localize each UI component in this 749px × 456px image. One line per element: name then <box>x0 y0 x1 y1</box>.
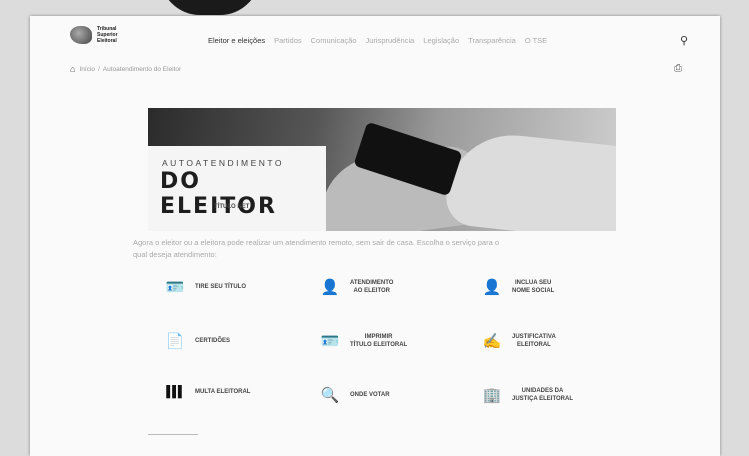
home-icon[interactable]: ⌂ <box>70 64 75 74</box>
hero-banner: AUTOATENDIMENTO DO ELEITOR TÍTULO NET <box>148 108 616 231</box>
intro-text: Agora o eleitor ou a eleitora pode reali… <box>133 238 500 259</box>
service-label: CERTIDÕES <box>195 338 231 344</box>
nav-menu: Eleitor e eleições Partidos Comunicação … <box>208 36 556 45</box>
service-label: UNIDADES DA JUSTIÇA ELEITORAL <box>512 388 574 402</box>
nav-item-eleitor[interactable]: Eleitor e eleições <box>208 36 265 45</box>
service-label: ONDE VOTAR <box>350 392 390 398</box>
service-tire-seu-titulo[interactable]: 🪪 TIRE SEU TÍTULO <box>165 278 246 296</box>
browser-page: Tribunal Superior Eleitoral Eleitor e el… <box>30 16 720 456</box>
nav-item-otse[interactable]: O TSE <box>525 36 547 45</box>
service-multa-eleitoral[interactable]: ▌▌▌ MULTA ELEITORAL <box>165 386 250 398</box>
banner-title-card: AUTOATENDIMENTO DO ELEITOR TÍTULO NET <box>148 146 326 231</box>
person-icon: 👤 <box>482 279 502 296</box>
service-onde-votar[interactable]: 🔍 ONDE VOTAR <box>320 386 390 404</box>
nav-item-comunicacao[interactable]: Comunicação <box>311 36 357 45</box>
service-certidoes[interactable]: 📄 CERTIDÕES <box>165 332 230 350</box>
service-label: MULTA ELEITORAL <box>195 389 251 395</box>
banner-title: DO ELEITOR <box>160 169 277 219</box>
breadcrumb-home[interactable]: Início <box>79 66 95 73</box>
background-shape <box>160 0 260 15</box>
building-icon: 🏢 <box>482 387 502 404</box>
id-card-icon: 🪪 <box>320 333 340 350</box>
signature-icon: ✍ <box>482 333 502 350</box>
logo-text: Tribunal Superior Eleitoral <box>97 26 118 44</box>
service-justificativa-eleitoral[interactable]: ✍ JUSTIFICATIVA ELEITORAL <box>482 332 556 350</box>
service-inclua-nome-social[interactable]: 👤 INCLUA SEU NOME SOCIAL <box>482 278 555 296</box>
barcode-icon: ▌▌▌ <box>166 386 185 398</box>
service-label: JUSTIFICATIVA ELEITORAL <box>512 334 556 348</box>
service-label: IMPRIMIR TÍTULO ELEITORAL <box>350 334 408 348</box>
id-card-icon: 🪪 <box>165 279 185 296</box>
banner-tagline: TÍTULO NET <box>214 204 250 210</box>
service-imprimir-titulo[interactable]: 🪪 IMPRIMIR TÍTULO ELEITORAL <box>320 332 408 350</box>
nav-item-partidos[interactable]: Partidos <box>274 36 302 45</box>
breadcrumb: ⌂ Início / Autoatendimento do Eleitor <box>70 64 184 74</box>
breadcrumb-current: Autoatendimento do Eleitor <box>102 65 182 73</box>
service-label: ATENDIMENTO AO ELEITOR <box>350 280 394 294</box>
service-label: INCLUA SEU NOME SOCIAL <box>512 280 555 294</box>
banner-photo-hand <box>443 128 616 231</box>
document-icon: 📄 <box>165 333 185 350</box>
nav-item-transparencia[interactable]: Transparência <box>468 36 516 45</box>
nav-item-legislacao[interactable]: Legislação <box>423 36 459 45</box>
tse-logo-icon <box>70 26 92 44</box>
divider <box>148 434 198 435</box>
service-label: TIRE SEU TÍTULO <box>195 284 246 290</box>
service-atendimento-ao-eleitor[interactable]: 👤 ATENDIMENTO AO ELEITOR <box>320 278 394 296</box>
breadcrumb-separator: / <box>97 65 100 73</box>
search-icon: 🔍 <box>320 387 340 404</box>
print-icon[interactable]: ⎙ <box>674 63 682 74</box>
top-navbar: Tribunal Superior Eleitoral Eleitor e el… <box>30 16 720 62</box>
person-icon: 👤 <box>320 279 340 296</box>
service-unidades-justica-eleitoral[interactable]: 🏢 UNIDADES DA JUSTIÇA ELEITORAL <box>482 386 573 404</box>
nav-item-jurisprudencia[interactable]: Jurisprudência <box>366 36 415 45</box>
banner-subtitle: AUTOATENDIMENTO <box>162 158 285 168</box>
tse-logo[interactable]: Tribunal Superior Eleitoral <box>70 26 131 44</box>
search-icon[interactable]: ⚲ <box>680 34 688 47</box>
